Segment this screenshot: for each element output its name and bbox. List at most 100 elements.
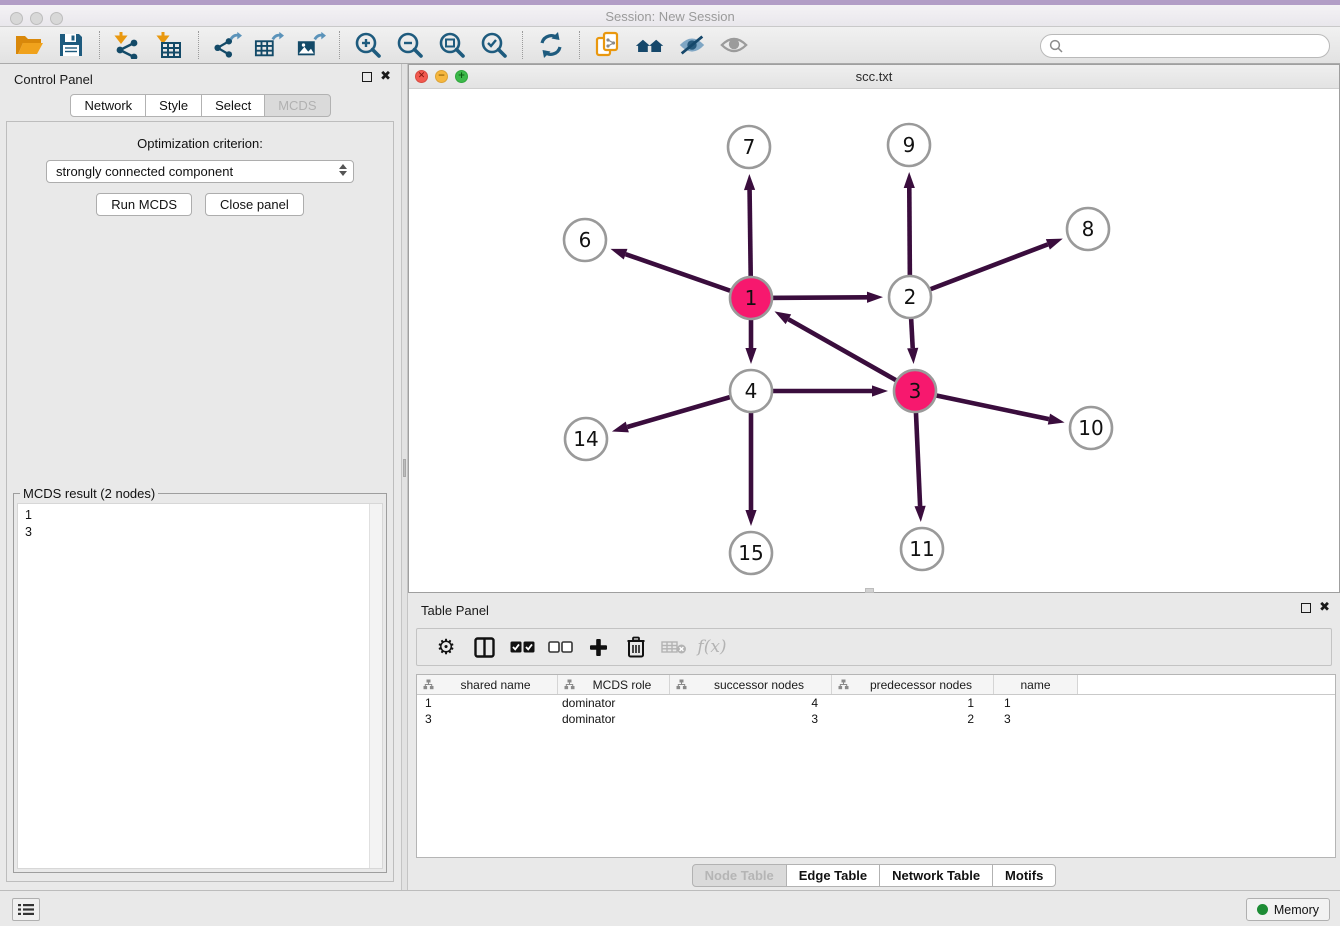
export-table-icon[interactable] [254,30,284,60]
edge-arrowhead [610,249,627,260]
edge-arrowhead [904,172,915,188]
dropdown-stepper-icon [339,164,347,176]
splitter-grip[interactable] [403,459,406,477]
add-row-icon[interactable] [583,633,613,661]
graph-node-7[interactable]: 7 [728,126,770,168]
graph-node-14[interactable]: 14 [565,418,607,460]
open-session-icon[interactable] [14,30,44,60]
graph-node-11[interactable]: 11 [901,528,943,570]
network-window-title: scc.txt [409,69,1339,84]
table-cell: 3 [670,711,832,727]
graph-node-8[interactable]: 8 [1067,208,1109,250]
export-image-icon[interactable] [296,30,326,60]
tab-style[interactable]: Style [145,94,202,117]
table-tab-edge-table[interactable]: Edge Table [786,864,880,887]
svg-text:6: 6 [579,228,592,252]
network-view-window: ✕ − + scc.txt 7 9 6 8 1 2 4 3 14 10 15 11 [408,64,1340,593]
svg-text:1: 1 [745,286,758,310]
table-row[interactable]: 1dominator411 [417,695,1335,711]
copy-network-icon[interactable] [593,30,623,60]
edge-arrowhead [612,422,629,433]
networkanalyzer-icon[interactable] [635,30,665,60]
svg-text:15: 15 [738,541,763,565]
edge-arrowhead [915,506,926,522]
table-row[interactable]: 3dominator323 [417,711,1335,727]
search-input[interactable] [1068,38,1329,55]
column-header-shared-name[interactable]: shared name [417,675,558,694]
table-cell: 2 [832,711,994,727]
close-panel-icon[interactable]: ✖ [380,72,391,82]
table-cell: 3 [417,711,558,727]
graph-node-10[interactable]: 10 [1070,407,1112,449]
network-window-titlebar[interactable]: ✕ − + scc.txt [409,65,1339,89]
zoom-out-icon[interactable] [395,30,425,60]
vertical-splitter[interactable] [401,64,408,890]
graph-node-15[interactable]: 15 [730,532,772,574]
table-panel-title: Table Panel [421,603,489,618]
import-table-icon[interactable] [155,30,185,60]
float-table-panel-icon[interactable] [1301,603,1311,613]
control-panel: Control Panel ✖ NetworkStyleSelectMCDS O… [0,64,401,890]
zoom-in-icon[interactable] [353,30,383,60]
control-panel-tabs: NetworkStyleSelectMCDS [0,94,401,117]
network-canvas[interactable]: 7 9 6 8 1 2 4 3 14 10 15 11 [409,89,1339,592]
result-scrollbar[interactable] [369,504,382,868]
close-table-panel-icon[interactable]: ✖ [1319,603,1330,613]
edge-arrowhead [745,510,756,526]
memory-label: Memory [1274,903,1319,917]
graph-node-6[interactable]: 6 [564,219,606,261]
search-box[interactable] [1040,34,1330,58]
close-panel-button[interactable]: Close panel [205,193,304,216]
criterion-dropdown[interactable]: strongly connected component [46,160,354,183]
table-cell: 4 [670,695,832,711]
svg-text:14: 14 [573,427,598,451]
hierarchy-sort-icon [676,679,687,690]
run-mcds-button[interactable]: Run MCDS [96,193,192,216]
apply-layout-icon[interactable] [536,30,566,60]
edge-arrowhead [1046,239,1063,250]
graph-node-2[interactable]: 2 [889,276,931,318]
graph-node-4[interactable]: 4 [730,370,772,412]
node-table[interactable]: shared nameMCDS rolesuccessor nodesprede… [416,674,1336,858]
save-session-icon[interactable] [56,30,86,60]
svg-text:7: 7 [743,135,756,159]
import-network-icon[interactable] [113,30,143,60]
edge-arrowhead [745,348,756,364]
svg-text:3: 3 [909,379,922,403]
select-all-icon[interactable] [507,633,537,661]
hide-panels-icon[interactable] [677,30,707,60]
float-panel-icon[interactable] [362,72,372,82]
show-panels-icon[interactable] [719,30,749,60]
table-settings-icon[interactable]: ⚙ [431,633,461,661]
column-header-name[interactable]: name [994,675,1078,694]
delete-row-icon[interactable] [621,633,651,661]
svg-text:11: 11 [909,537,934,561]
graph-node-9[interactable]: 9 [888,124,930,166]
task-history-button[interactable] [12,898,40,921]
mcds-result-text: 1 3 [18,504,368,868]
horizontal-splitter-grip[interactable] [865,588,874,593]
table-tab-node-table[interactable]: Node Table [692,864,787,887]
criterion-dropdown-value: strongly connected component [56,164,233,179]
export-network-icon[interactable] [212,30,242,60]
memory-button[interactable]: Memory [1246,898,1330,921]
column-header-successor-nodes[interactable]: successor nodes [670,675,832,694]
svg-text:10: 10 [1078,416,1103,440]
zoom-fit-icon[interactable] [437,30,467,60]
column-header-MCDS-role[interactable]: MCDS role [558,675,670,694]
tab-network[interactable]: Network [70,94,146,117]
control-panel-title: Control Panel [14,72,93,87]
table-tab-network-table[interactable]: Network Table [879,864,993,887]
table-tab-motifs[interactable]: Motifs [992,864,1056,887]
graph-node-1[interactable]: 1 [730,277,772,319]
tab-mcds[interactable]: MCDS [264,94,330,117]
show-columns-icon[interactable] [469,633,499,661]
graph-node-3[interactable]: 3 [894,370,936,412]
memory-status-icon [1257,904,1268,915]
tab-select[interactable]: Select [201,94,265,117]
deselect-all-icon[interactable] [545,633,575,661]
svg-text:8: 8 [1082,217,1095,241]
zoom-selected-icon[interactable] [479,30,509,60]
window-title: Session: New Session [0,9,1340,24]
column-header-predecessor-nodes[interactable]: predecessor nodes [832,675,994,694]
